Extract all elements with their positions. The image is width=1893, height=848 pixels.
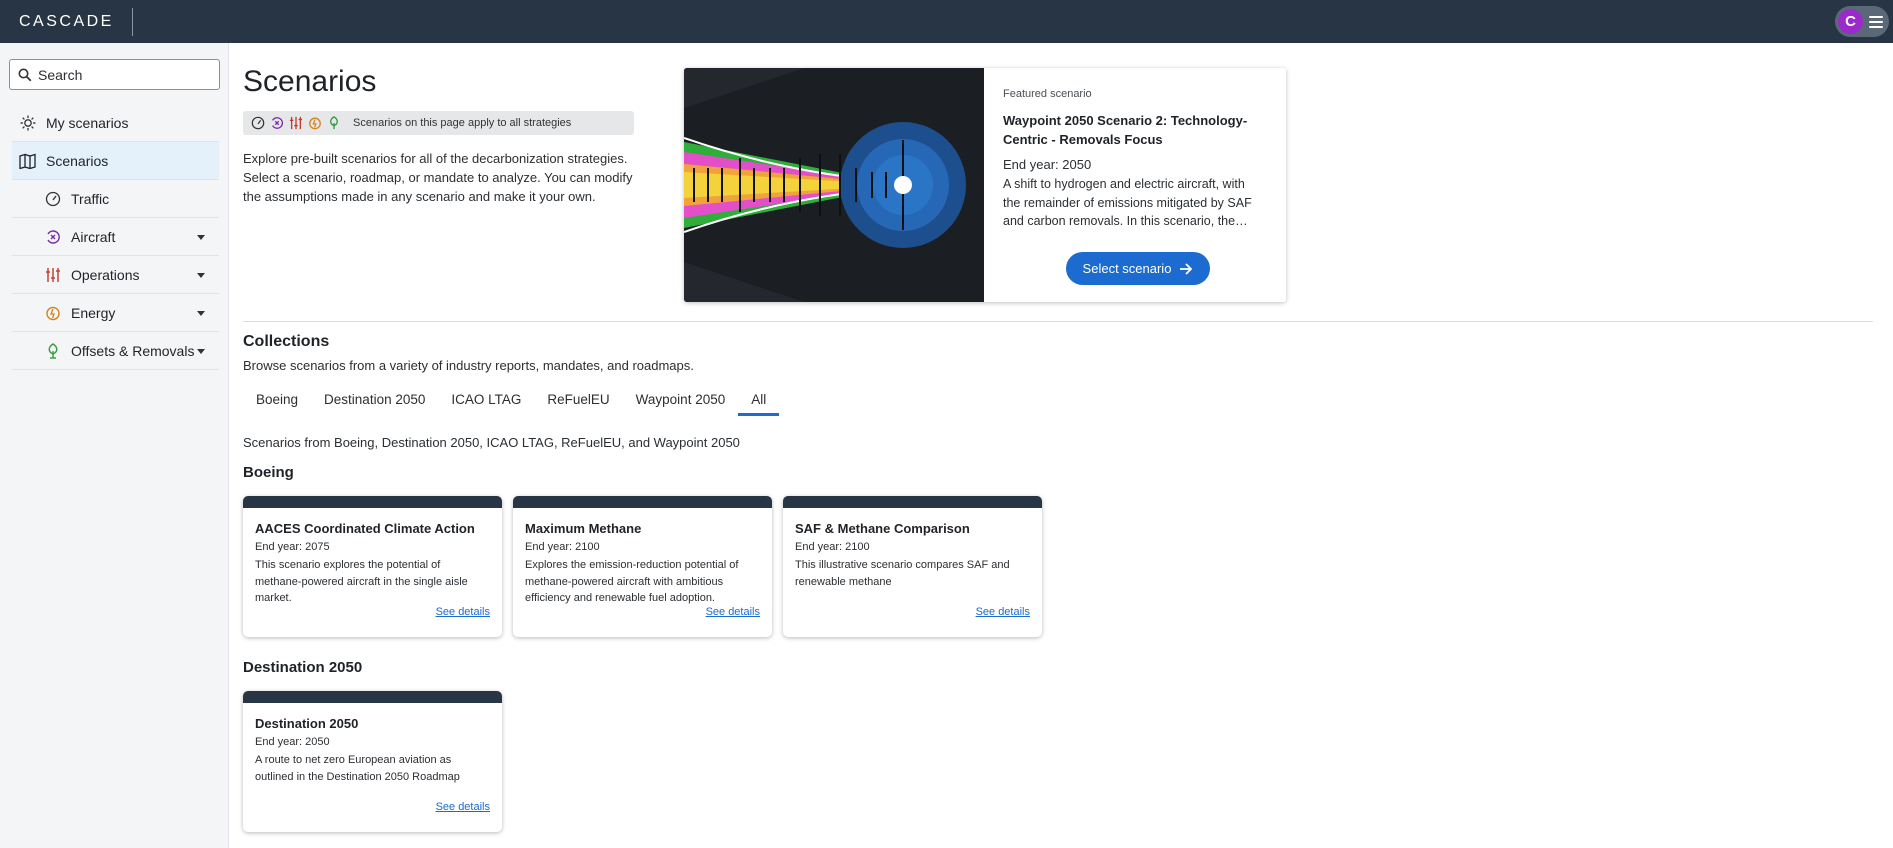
card-description: This illustrative scenario compares SAF … xyxy=(795,559,1010,588)
aircraft-icon xyxy=(44,228,62,246)
card-end-year: End year: 2100 xyxy=(525,541,600,553)
featured-title: Waypoint 2050 Scenario 2: Technology-Cen… xyxy=(1003,113,1248,147)
chevron-down-icon[interactable] xyxy=(197,349,205,354)
card-header-bar xyxy=(243,691,502,703)
logo-divider xyxy=(131,7,133,36)
sidebar-item-label: Aircraft xyxy=(71,228,116,245)
see-details-link[interactable]: See details xyxy=(976,606,1030,618)
sliders-icon xyxy=(288,116,303,131)
sidebar-item-label: Scenarios xyxy=(46,152,109,169)
see-details-link[interactable]: See details xyxy=(706,606,760,618)
gauge-icon xyxy=(250,116,265,131)
card-header-bar xyxy=(243,496,502,508)
card-header-bar xyxy=(513,496,772,508)
chevron-down-icon[interactable] xyxy=(197,235,205,240)
featured-scenario-card: Featured scenario Waypoint 2050 Scenario… xyxy=(684,68,1286,302)
card-title: Destination 2050 xyxy=(255,716,359,731)
sidebar-nav: My scenarios Scenarios Traffic Aircraft xyxy=(12,104,219,370)
collections-title: Collections xyxy=(243,333,330,350)
energy-icon xyxy=(307,116,322,131)
scenario-card[interactable]: SAF & Methane Comparison End year: 2100 … xyxy=(783,496,1042,637)
group-title-boeing: Boeing xyxy=(243,464,294,481)
card-description: Explores the emission-reduction potentia… xyxy=(525,559,739,604)
top-bar: CASCADE C xyxy=(0,0,1893,43)
card-title: Maximum Methane xyxy=(525,521,642,536)
chevron-down-icon[interactable] xyxy=(197,273,205,278)
card-end-year: End year: 2050 xyxy=(255,736,330,748)
page-intro: Explore pre-built scenarios for all of t… xyxy=(243,151,633,204)
tab-icao-ltag[interactable]: ICAO LTAG xyxy=(438,383,534,416)
sidebar: My scenarios Scenarios Traffic Aircraft xyxy=(0,43,229,848)
energy-icon xyxy=(44,304,62,322)
see-details-link[interactable]: See details xyxy=(436,606,490,618)
hamburger-icon xyxy=(1869,15,1883,28)
card-title: AACES Coordinated Climate Action xyxy=(255,521,475,536)
collections-subtitle: Browse scenarios from a variety of indus… xyxy=(243,358,694,373)
book-map-icon xyxy=(19,152,37,170)
chevron-down-icon[interactable] xyxy=(197,311,205,316)
tree-icon xyxy=(326,116,341,131)
card-title: SAF & Methane Comparison xyxy=(795,521,970,536)
tab-boeing[interactable]: Boeing xyxy=(243,383,311,416)
featured-description: A shift to hydrogen and electric aircraf… xyxy=(1003,177,1252,228)
scenario-card[interactable]: AACES Coordinated Climate Action End yea… xyxy=(243,496,502,637)
sun-icon xyxy=(19,114,37,132)
collection-tabs: Boeing Destination 2050 ICAO LTAG ReFuel… xyxy=(243,383,780,416)
card-end-year: End year: 2100 xyxy=(795,541,870,553)
section-divider xyxy=(243,321,1873,322)
arrow-right-icon xyxy=(1180,262,1193,275)
select-scenario-label: Select scenario xyxy=(1082,261,1172,276)
scenario-card[interactable]: Destination 2050 End year: 2050 A route … xyxy=(243,691,502,832)
tree-icon xyxy=(44,342,62,360)
sidebar-item-label: Offsets & Removals xyxy=(71,342,195,359)
tab-all[interactable]: All xyxy=(738,383,780,416)
card-description: This scenario explores the potential of … xyxy=(255,559,468,604)
sidebar-item-operations[interactable]: Operations xyxy=(12,256,219,294)
group-title-destination-2050: Destination 2050 xyxy=(243,659,363,676)
applies-text: Scenarios on this page apply to all stra… xyxy=(353,117,572,129)
page-title: Scenarios xyxy=(243,65,377,98)
sidebar-item-scenarios[interactable]: Scenarios xyxy=(12,142,219,180)
search-box[interactable] xyxy=(9,59,220,90)
sidebar-item-energy[interactable]: Energy xyxy=(12,294,219,332)
tab-refueleu[interactable]: ReFuelEU xyxy=(534,383,622,416)
strategies-applies-badge: Scenarios on this page apply to all stra… xyxy=(243,111,634,135)
sliders-icon xyxy=(44,266,62,284)
select-scenario-button[interactable]: Select scenario xyxy=(1066,252,1210,285)
tab-waypoint-2050[interactable]: Waypoint 2050 xyxy=(623,383,739,416)
card-header-bar xyxy=(783,496,1042,508)
app-logo[interactable]: CASCADE xyxy=(19,13,114,31)
sidebar-item-my-scenarios[interactable]: My scenarios xyxy=(12,104,219,142)
card-end-year: End year: 2075 xyxy=(255,541,330,553)
avatar: C xyxy=(1838,9,1863,34)
sidebar-item-traffic[interactable]: Traffic xyxy=(12,180,219,218)
user-menu-button[interactable]: C xyxy=(1835,6,1889,37)
card-description: A route to net zero European aviation as… xyxy=(255,754,460,783)
featured-kicker: Featured scenario xyxy=(1003,88,1092,100)
sidebar-item-label: Traffic xyxy=(71,190,110,207)
aircraft-icon xyxy=(269,116,284,131)
sidebar-item-aircraft[interactable]: Aircraft xyxy=(12,218,219,256)
sidebar-item-label: My scenarios xyxy=(46,114,129,131)
featured-scenario-illustration xyxy=(684,68,984,302)
tab-destination-2050[interactable]: Destination 2050 xyxy=(311,383,438,416)
scenarios-from-text: Scenarios from Boeing, Destination 2050,… xyxy=(243,435,740,450)
gauge-icon xyxy=(44,190,62,208)
see-details-link[interactable]: See details xyxy=(436,801,490,813)
scenario-card[interactable]: Maximum Methane End year: 2100 Explores … xyxy=(513,496,772,637)
sidebar-item-label: Energy xyxy=(71,304,116,321)
sidebar-item-label: Operations xyxy=(71,266,140,283)
search-icon xyxy=(18,68,32,81)
featured-end-year: End year: 2050 xyxy=(1003,157,1092,172)
search-input[interactable] xyxy=(38,66,208,83)
sidebar-item-offsets-removals[interactable]: Offsets & Removals xyxy=(12,332,219,370)
